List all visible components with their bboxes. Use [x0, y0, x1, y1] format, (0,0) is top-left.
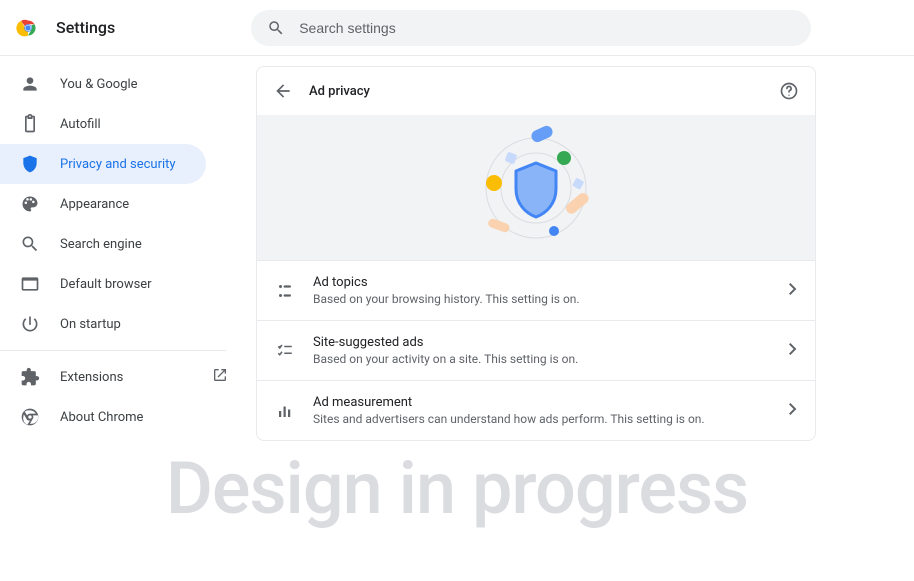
sidebar-item-label: Search engine — [60, 237, 142, 252]
sidebar-item-label: Extensions — [60, 370, 123, 385]
row-ad-topics[interactable]: Ad topics Based on your browsing history… — [257, 260, 815, 320]
row-title: Ad topics — [313, 275, 771, 290]
search-bar[interactable] — [251, 10, 811, 46]
sidebar-item-autofill[interactable]: Autofill — [0, 104, 206, 144]
sidebar-item-label: You & Google — [60, 77, 138, 92]
row-desc: Based on your activity on a site. This s… — [313, 352, 771, 366]
sidebar-item-you-and-google[interactable]: You & Google — [0, 64, 206, 104]
sidebar-item-about-chrome[interactable]: About Chrome — [0, 397, 206, 437]
checklist-icon — [275, 342, 295, 360]
person-icon — [20, 74, 40, 94]
search-icon — [267, 19, 285, 37]
bar-chart-icon — [275, 402, 295, 420]
panel-title: Ad privacy — [309, 84, 370, 99]
app-title: Settings — [56, 18, 115, 37]
sidebar-item-search-engine[interactable]: Search engine — [0, 224, 206, 264]
ad-privacy-panel: Ad privacy — [256, 66, 816, 441]
chevron-right-icon — [789, 403, 797, 419]
sidebar-item-label: On startup — [60, 317, 121, 332]
row-title: Ad measurement — [313, 395, 771, 410]
privacy-illustration — [257, 115, 815, 260]
sidebar-item-label: About Chrome — [60, 410, 143, 425]
row-title: Site-suggested ads — [313, 335, 771, 350]
row-desc: Based on your browsing history. This set… — [313, 292, 771, 306]
sidebar-separator — [0, 350, 226, 351]
extension-icon — [20, 367, 40, 387]
search-icon — [20, 234, 40, 254]
header: Settings — [0, 0, 914, 56]
clipboard-icon — [20, 114, 40, 134]
sidebar-item-privacy-and-security[interactable]: Privacy and security — [0, 144, 206, 184]
ad-topics-icon — [275, 282, 295, 300]
help-button[interactable] — [779, 81, 799, 101]
chevron-right-icon — [789, 343, 797, 359]
open-in-new-icon — [212, 367, 228, 387]
shield-icon — [20, 154, 40, 174]
row-desc: Sites and advertisers can understand how… — [313, 412, 771, 426]
sidebar-item-extensions[interactable]: Extensions — [0, 357, 206, 397]
chrome-outline-icon — [20, 407, 40, 427]
chrome-logo-icon — [16, 16, 40, 40]
sidebar-item-label: Appearance — [60, 197, 129, 212]
sidebar-item-label: Default browser — [60, 277, 152, 292]
sidebar: You & Google Autofill Privacy and securi… — [0, 56, 246, 581]
row-ad-measurement[interactable]: Ad measurement Sites and advertisers can… — [257, 380, 815, 440]
sidebar-item-on-startup[interactable]: On startup — [0, 304, 206, 344]
chevron-right-icon — [789, 283, 797, 299]
power-icon — [20, 314, 40, 334]
sidebar-item-default-browser[interactable]: Default browser — [0, 264, 206, 304]
panel-header: Ad privacy — [257, 67, 815, 115]
sidebar-item-label: Autofill — [60, 117, 101, 132]
row-site-suggested-ads[interactable]: Site-suggested ads Based on your activit… — [257, 320, 815, 380]
main-content: Ad privacy — [246, 56, 914, 581]
sidebar-item-label: Privacy and security — [60, 157, 176, 172]
browser-icon — [20, 274, 40, 294]
sidebar-item-appearance[interactable]: Appearance — [0, 184, 206, 224]
search-input[interactable] — [299, 20, 795, 36]
palette-icon — [20, 194, 40, 214]
back-button[interactable] — [273, 81, 293, 101]
